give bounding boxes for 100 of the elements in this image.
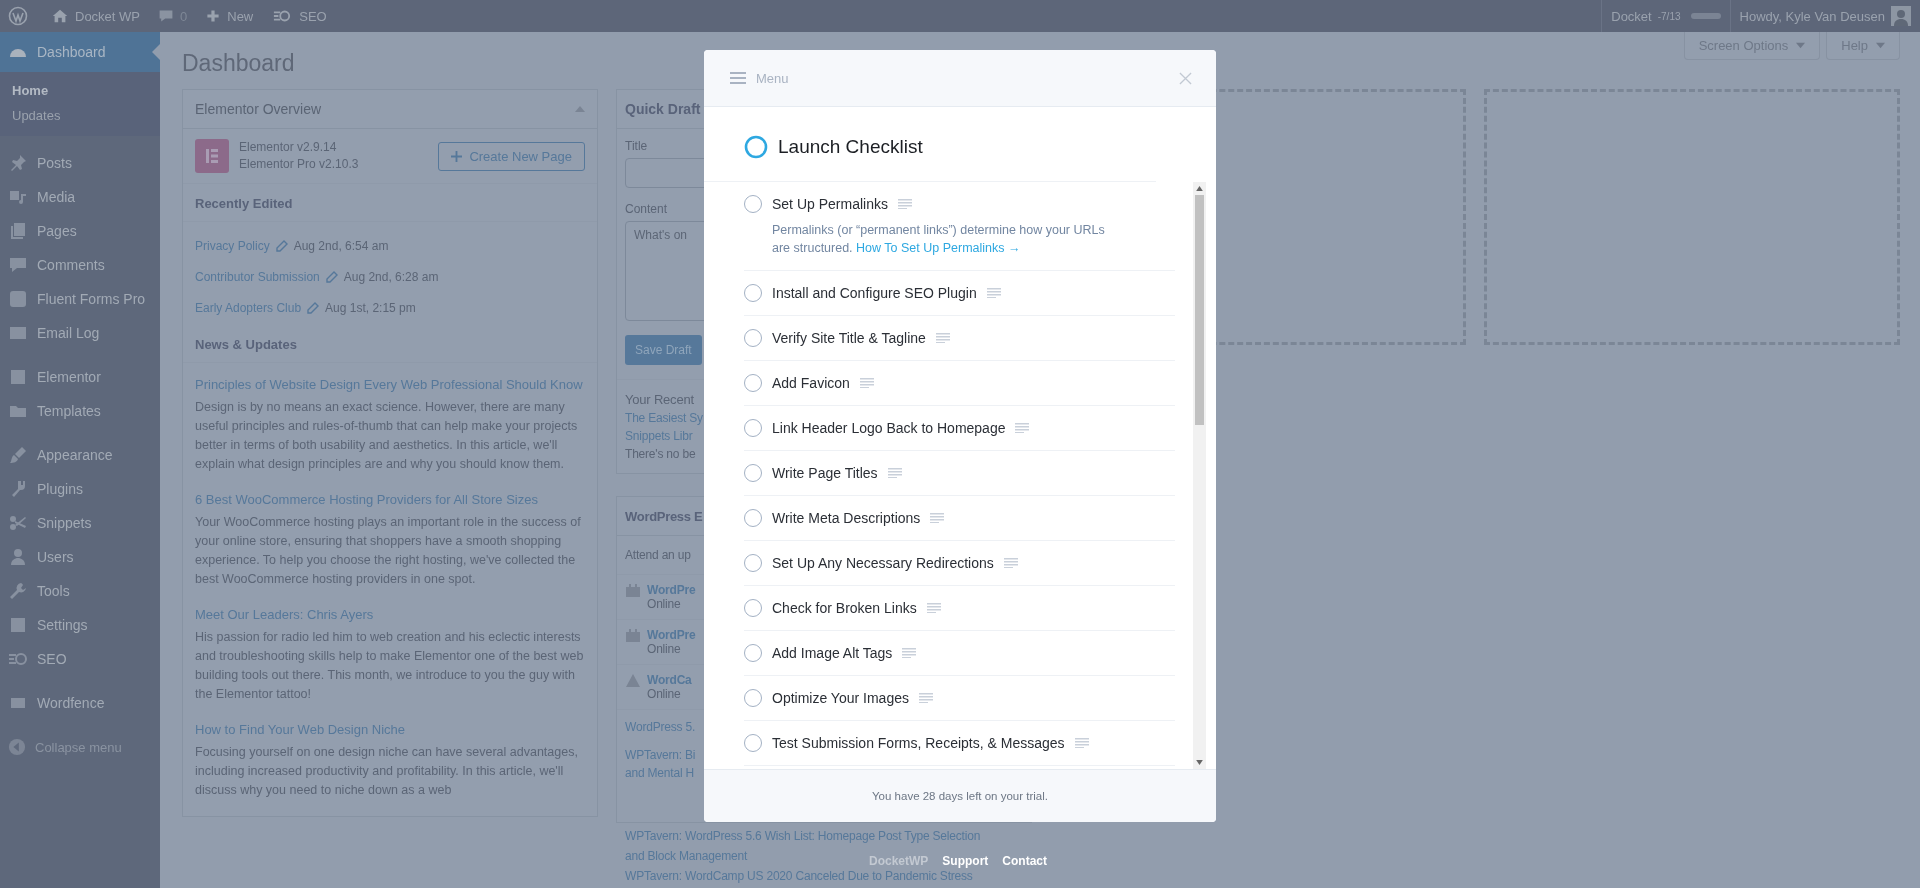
checklist-item[interactable]: Set Up Permalinks	[772, 195, 888, 212]
news-link[interactable]: WordPress 5.	[625, 718, 696, 736]
menu-button[interactable]: Menu	[730, 70, 789, 86]
speech-bubble-icon	[158, 8, 174, 24]
submenu-item[interactable]: Home	[0, 78, 160, 103]
scissors-icon	[8, 513, 28, 533]
calendar-icon	[625, 583, 641, 599]
edit-date: Aug 1st, 2:15 pm	[325, 300, 416, 315]
checklist-item[interactable]: Write Page Titles	[772, 464, 878, 481]
recent-page-link[interactable]: Contributor Submission	[195, 269, 320, 284]
event-link[interactable]: WordPre	[647, 628, 696, 642]
sidebar-item[interactable]: Media	[0, 180, 160, 214]
checklist-item[interactable]: Write Meta Descriptions	[772, 509, 921, 526]
edit-date: Aug 2nd, 6:28 am	[343, 269, 439, 284]
notes-icon[interactable]	[1074, 737, 1089, 748]
notes-icon[interactable]	[887, 467, 902, 478]
section-heading: Your Recent	[625, 392, 694, 407]
new-link[interactable]: New	[196, 0, 263, 32]
submenu-item[interactable]: Updates	[0, 103, 160, 128]
event-location: Online	[647, 597, 682, 611]
notes-icon[interactable]	[935, 332, 950, 343]
sidebar-item[interactable]: Templates	[0, 394, 160, 428]
sidebar-item[interactable]: Tools	[0, 574, 160, 608]
sidebar-item[interactable]: Plugins	[0, 472, 160, 506]
seo-link[interactable]: SEO	[262, 0, 336, 32]
section-heading: News & Updates	[183, 325, 597, 363]
sidebar-item[interactable]: Email Log	[0, 316, 160, 350]
draft-link[interactable]: Snippets Libr	[625, 429, 693, 443]
checklist-item[interactable]: Set Up Any Necessary Redirections	[772, 554, 994, 571]
checklist-item[interactable]: Install and Configure SEO Plugin	[772, 284, 977, 301]
wordpress-logo-icon[interactable]	[8, 6, 28, 26]
caret-icon	[1796, 41, 1806, 50]
notes-icon[interactable]	[859, 377, 874, 388]
save-draft-button[interactable]: Save Draft	[625, 335, 702, 365]
speech-bubble-icon	[8, 255, 28, 275]
notes-icon[interactable]	[986, 287, 1001, 298]
progress-ring-icon	[744, 135, 768, 159]
panel-title: Elementor Overview	[195, 101, 322, 117]
checklist-item[interactable]: Verify Site Title & Tagline	[772, 329, 926, 346]
sidebar-item[interactable]: Pages	[0, 214, 160, 248]
scroll-down-icon[interactable]	[1196, 760, 1203, 765]
version-text: Elementor Pro v2.10.3	[239, 156, 360, 173]
dialog-title: Launch Checklist	[778, 136, 923, 158]
news-title-link[interactable]: Principles of Website Design Every Web Professional Should Know	[195, 375, 585, 394]
sidebar-item[interactable]: Fluent Forms Pro	[0, 282, 160, 316]
notes-icon[interactable]	[930, 512, 945, 523]
plus-icon	[451, 150, 463, 162]
sidebar-item[interactable]: Dashboard	[0, 32, 160, 72]
help-link[interactable]: How To Set Up Permalinks →	[856, 241, 1021, 255]
scrollbar[interactable]	[1193, 182, 1206, 769]
checklist-item[interactable]: Add Image Alt Tags	[772, 644, 893, 661]
notes-icon[interactable]	[897, 198, 912, 209]
field-label: Content	[625, 202, 668, 216]
pencil-icon	[275, 239, 288, 252]
brush-icon	[8, 445, 28, 465]
draft-link[interactable]: The Easiest Sy	[625, 411, 703, 425]
footer-link[interactable]: Support	[942, 854, 989, 868]
site-link[interactable]: Docket WP	[42, 0, 149, 32]
wrench-icon	[8, 581, 28, 601]
checklist-item[interactable]: Test Submission Forms, Receipts, & Messages	[772, 734, 1065, 751]
checklist-item[interactable]: Add Favicon	[772, 374, 850, 391]
event-link[interactable]: WordPre	[647, 583, 696, 597]
sidebar-item[interactable]: Comments	[0, 248, 160, 282]
section-heading: Recently Edited	[183, 184, 597, 222]
create-new-page-button[interactable]: Create New Page	[438, 141, 585, 171]
caret-icon	[1876, 41, 1885, 50]
notes-icon[interactable]	[902, 647, 917, 658]
news-title-link[interactable]: How to Find Your Web Design Niche	[195, 720, 585, 739]
sidebar-item[interactable]: Users	[0, 540, 160, 574]
sidebar-item[interactable]: SEO	[0, 642, 160, 676]
collapse-icon	[8, 738, 26, 756]
news-link[interactable]: and Block Management	[625, 846, 748, 866]
news-title-link[interactable]: 6 Best WooCommerce Hosting Providers for All Store Sizes	[195, 490, 585, 509]
sidebar-item[interactable]: Appearance	[0, 438, 160, 472]
close-icon[interactable]	[1179, 71, 1192, 85]
news-link[interactable]: WPTavern: Bi and Mental H	[625, 746, 696, 782]
pencil-icon	[325, 270, 338, 283]
notes-icon[interactable]	[918, 692, 933, 703]
recent-page-link[interactable]: Privacy Policy	[195, 238, 270, 253]
checklist-item[interactable]: Check for Broken Links	[772, 599, 917, 616]
sidebar-item[interactable]: Settings	[0, 608, 160, 642]
sidebar-item[interactable]: Elementor	[0, 360, 160, 394]
collapse-arrow-icon[interactable]	[575, 104, 585, 114]
notes-icon[interactable]	[1003, 557, 1018, 568]
sidebar-item[interactable]: Wordfence	[0, 686, 160, 720]
home-icon	[51, 7, 69, 25]
recent-page-link[interactable]: Early Adopters Club	[195, 300, 302, 315]
scroll-up-icon[interactable]	[1196, 186, 1203, 191]
notes-icon[interactable]	[1015, 422, 1030, 433]
pencil-icon	[307, 301, 320, 314]
sidebar-item[interactable]: Snippets	[0, 506, 160, 540]
checklist-item[interactable]: Optimize Your Images	[772, 689, 909, 706]
checklist-item[interactable]: Link Header Logo Back to Homepage	[772, 419, 1006, 436]
event-link[interactable]: WordCa	[647, 673, 692, 687]
footer-link[interactable]: Contact	[1002, 854, 1047, 868]
notes-icon[interactable]	[926, 602, 941, 613]
sidebar-item[interactable]: Posts	[0, 146, 160, 180]
news-link[interactable]: WPTavern: WordPress 5.6 Wish List: Homepage Post Type Selection	[625, 826, 981, 846]
news-title-link[interactable]: Meet Our Leaders: Chris Ayers	[195, 605, 585, 624]
plus-icon	[205, 8, 222, 24]
